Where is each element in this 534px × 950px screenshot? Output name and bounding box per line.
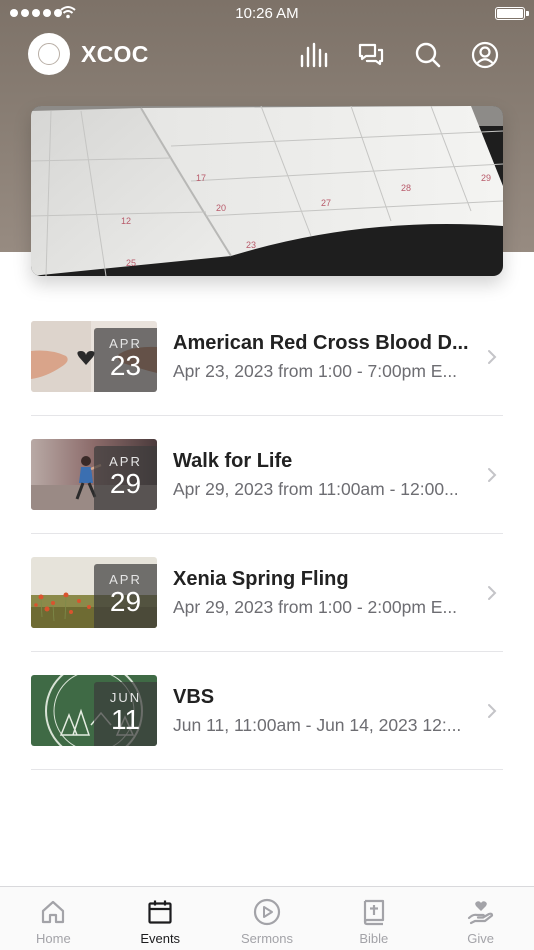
event-month: APR — [109, 454, 142, 469]
event-date-badge: JUN 11 — [94, 682, 157, 746]
chevron-right-icon — [488, 349, 497, 364]
tab-label: Give — [467, 931, 494, 946]
tab-label: Bible — [359, 931, 389, 946]
account-icon[interactable] — [470, 40, 500, 70]
event-title: Xenia Spring Fling — [173, 567, 349, 590]
battery-icon — [495, 7, 529, 20]
tab-give[interactable]: Give — [427, 887, 534, 950]
play-icon — [252, 897, 282, 927]
event-day: 11 — [110, 704, 141, 735]
event-date-badge: APR 29 — [94, 564, 157, 628]
event-title: VBS — [173, 685, 215, 708]
tab-label: Home — [36, 931, 71, 946]
calendar-number: 20 — [216, 203, 226, 213]
event-subtitle: Apr 29, 2023 from 1:00 - 2:00pm E... — [173, 596, 458, 617]
event-thumbnail: APR 29 — [31, 439, 157, 510]
search-icon[interactable] — [413, 40, 443, 70]
event-title: American Red Cross Blood D... — [173, 331, 469, 354]
status-time: 10:26 AM — [235, 5, 299, 22]
hero-image[interactable]: 27 28 29 20 25 23 12 17 — [31, 106, 503, 276]
calendar-photo: 27 28 29 20 25 23 12 17 — [31, 106, 503, 276]
tab-label: Events — [140, 931, 181, 946]
app-title: XCOC — [81, 41, 149, 67]
equalizer-icon[interactable] — [299, 40, 329, 70]
event-subtitle: Jun 11, 11:00am - Jun 14, 2023 12:... — [173, 714, 462, 735]
status-bar: 10:26 AM — [0, 0, 534, 28]
event-row[interactable]: JUN 11 VBS Jun 11, 11:00am - Jun 14, 202… — [31, 652, 503, 770]
calendar-number: 17 — [196, 173, 206, 183]
event-date-badge: APR 29 — [94, 446, 157, 510]
event-subtitle: Apr 29, 2023 from 11:00am - 12:00... — [173, 478, 459, 499]
tab-sermons[interactable]: Sermons — [214, 887, 321, 950]
chevron-right-icon — [488, 703, 497, 718]
event-month: APR — [109, 572, 142, 587]
event-month: JUN — [109, 690, 142, 705]
chat-icon[interactable] — [356, 40, 386, 70]
event-thumbnail: APR 29 — [31, 557, 157, 628]
tab-bible[interactable]: Bible — [320, 887, 427, 950]
tab-label: Sermons — [240, 931, 293, 946]
home-icon — [38, 897, 68, 927]
tab-events[interactable]: Events — [107, 887, 214, 950]
event-row[interactable]: APR 29 Walk for Life Apr 29, 2023 from 1… — [31, 416, 503, 534]
calendar-number: 23 — [246, 240, 256, 250]
event-thumbnail: APR 23 — [31, 321, 157, 392]
bible-icon — [359, 897, 389, 927]
tab-bar: Home Events Sermons Bible Give — [0, 886, 534, 950]
event-subtitle: Apr 23, 2023 from 1:00 - 7:00pm E... — [173, 360, 458, 381]
calendar-number: 28 — [401, 183, 411, 193]
chevron-right-icon — [488, 467, 497, 482]
give-icon — [466, 897, 496, 927]
church-logo[interactable] — [28, 33, 70, 75]
calendar-icon — [145, 897, 175, 927]
events-list: APR 23 American Red Cross Blood D... Apr… — [31, 298, 503, 770]
event-day: 29 — [109, 586, 142, 617]
chevron-right-icon — [488, 585, 497, 600]
event-day: 29 — [109, 468, 142, 499]
tab-home[interactable]: Home — [0, 887, 107, 950]
calendar-number: 12 — [121, 216, 131, 226]
event-month: APR — [109, 336, 142, 351]
event-title: Walk for Life — [173, 449, 293, 472]
event-day: 23 — [109, 350, 142, 381]
logo-mark-icon — [38, 43, 60, 65]
calendar-number: 25 — [126, 258, 136, 268]
event-thumbnail: JUN 11 — [31, 675, 157, 746]
calendar-number: 27 — [321, 198, 331, 208]
event-row[interactable]: APR 29 Xenia Spring Fling Apr 29, 2023 f… — [31, 534, 503, 652]
event-date-badge: APR 23 — [94, 328, 157, 392]
event-row[interactable]: APR 23 American Red Cross Blood D... Apr… — [31, 298, 503, 416]
calendar-number: 29 — [481, 173, 491, 183]
